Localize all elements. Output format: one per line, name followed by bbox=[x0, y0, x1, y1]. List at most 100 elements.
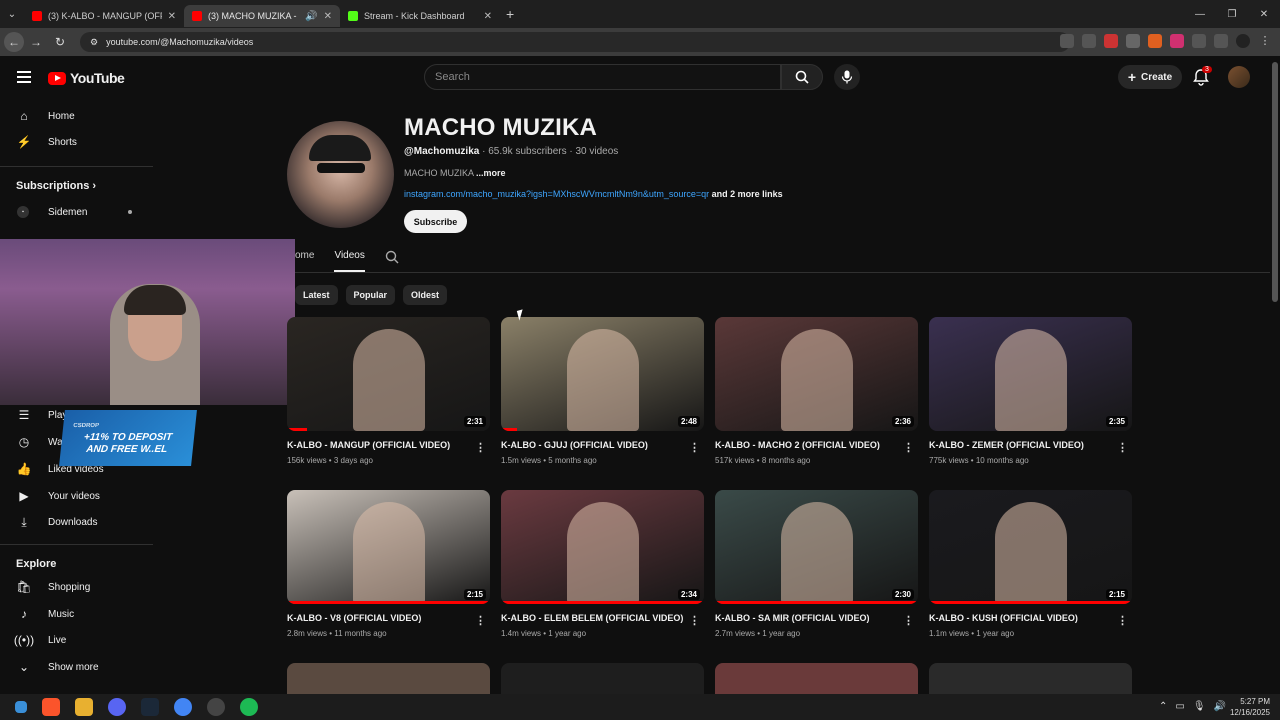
video-card[interactable]: 2:31 K-ALBO - MANGUP (OFFICIAL VIDEO) 156k… bbox=[287, 317, 490, 465]
sidebar-item-home[interactable]: ⌂ Home bbox=[0, 104, 154, 128]
video-thumbnail[interactable]: 2:35 bbox=[929, 317, 1132, 431]
video-thumbnail[interactable]: 2:48 bbox=[501, 317, 704, 431]
spotify-icon[interactable] bbox=[240, 698, 258, 716]
subscribe-button[interactable]: Subscribe bbox=[404, 210, 467, 233]
youtube-logo[interactable]: YouTube bbox=[48, 70, 125, 86]
reload-icon[interactable]: ↻ bbox=[48, 35, 72, 49]
clock[interactable]: 5:27 PM 12/16/2025 bbox=[1230, 696, 1270, 718]
video-title[interactable]: K-ALBO - GJUJ (OFFICIAL VIDEO) bbox=[501, 440, 704, 450]
video-card[interactable]: 2:48 K-ALBO - GJUJ (OFFICIAL VIDEO) 1.5m v… bbox=[501, 317, 704, 465]
more-actions-icon[interactable]: ⋮ bbox=[475, 614, 486, 627]
sidebar-item-shopping[interactable]: 🛍 Shopping bbox=[0, 575, 154, 599]
sidebar-item-sidemen[interactable]: ▪ Sidemen bbox=[0, 200, 154, 224]
search-button[interactable] bbox=[781, 64, 823, 90]
video-thumbnail[interactable]: 2:15 bbox=[287, 490, 490, 604]
video-thumbnail-partial[interactable] bbox=[929, 663, 1132, 694]
more-actions-icon[interactable]: ⋮ bbox=[903, 441, 914, 454]
video-thumbnail[interactable]: 2:36 bbox=[715, 317, 918, 431]
brave-icon[interactable] bbox=[42, 698, 60, 716]
channel-search-icon[interactable] bbox=[385, 250, 399, 264]
video-thumbnail[interactable]: 2:34 bbox=[501, 490, 704, 604]
video-thumbnail-partial[interactable] bbox=[287, 663, 490, 694]
bookmark-star-icon[interactable] bbox=[1082, 34, 1096, 48]
video-title[interactable]: K-ALBO - ELEM BELEM (OFFICIAL VIDEO) bbox=[501, 613, 704, 623]
steam-icon[interactable] bbox=[141, 698, 159, 716]
more-actions-icon[interactable]: ⋮ bbox=[1117, 441, 1128, 454]
browser-tab[interactable]: Stream - Kick Dashboard ✕ bbox=[340, 5, 500, 27]
cast-icon[interactable] bbox=[1060, 34, 1074, 48]
close-tab-icon[interactable]: ✕ bbox=[324, 11, 332, 22]
video-title[interactable]: K-ALBO - V8 (OFFICIAL VIDEO) bbox=[287, 613, 490, 623]
microphone-tray-icon[interactable]: 🎙 bbox=[1193, 701, 1206, 712]
video-card[interactable]: 2:36 K-ALBO - MACHO 2 (OFFICIAL VIDEO) 517… bbox=[715, 317, 918, 465]
tab-home[interactable]: ome bbox=[295, 250, 314, 272]
video-title[interactable]: K-ALBO - KUSH (OFFICIAL VIDEO) bbox=[929, 613, 1132, 623]
sidebar-show-more[interactable]: ⌄ Show more bbox=[0, 655, 154, 679]
forward-icon[interactable]: → bbox=[24, 35, 48, 49]
video-card[interactable]: 2:15 K-ALBO - V8 (OFFICIAL VIDEO) 2.8m vie… bbox=[287, 490, 490, 638]
new-tab-button[interactable]: + bbox=[506, 6, 514, 22]
volume-icon[interactable]: 🔊 bbox=[1214, 701, 1226, 712]
more-link[interactable]: ...more bbox=[476, 168, 506, 178]
more-actions-icon[interactable]: ⋮ bbox=[1117, 614, 1128, 627]
sidebar-item-downloads[interactable]: ⤓ Downloads bbox=[0, 510, 154, 534]
tab-search-icon[interactable]: ⌄ bbox=[0, 0, 24, 28]
sidebar-item-live[interactable]: ((•)) Live bbox=[0, 628, 154, 652]
more-links[interactable]: and 2 more links bbox=[712, 189, 783, 199]
tab-videos[interactable]: Videos bbox=[334, 250, 365, 272]
page-scrollbar[interactable] bbox=[1272, 62, 1278, 302]
video-thumbnail[interactable]: 2:31 bbox=[287, 317, 490, 431]
video-card[interactable]: 2:15 K-ALBO - KUSH (OFFICIAL VIDEO) 1.1m v… bbox=[929, 490, 1132, 638]
chip-popular[interactable]: Popular bbox=[345, 285, 396, 305]
sidebar-item-your-videos[interactable]: ▶ Your videos bbox=[0, 484, 154, 508]
video-title[interactable]: K-ALBO - MANGUP (OFFICIAL VIDEO) bbox=[287, 440, 490, 450]
chip-latest[interactable]: Latest bbox=[295, 285, 338, 305]
extension-icon[interactable] bbox=[1170, 34, 1184, 48]
more-actions-icon[interactable]: ⋮ bbox=[689, 614, 700, 627]
browser-tab[interactable]: (3) K-ALBO - MANGUP (OFFICIA ✕ bbox=[24, 5, 184, 27]
profile-icon[interactable] bbox=[1236, 34, 1250, 48]
mute-tab-icon[interactable]: 🔊 bbox=[305, 11, 317, 22]
video-card[interactable]: 2:34 K-ALBO - ELEM BELEM (OFFICIAL VIDEO)… bbox=[501, 490, 704, 638]
close-tab-icon[interactable]: ✕ bbox=[484, 11, 492, 22]
guide-menu-icon[interactable] bbox=[17, 71, 31, 83]
video-thumbnail-partial[interactable] bbox=[501, 663, 704, 694]
extensions-puzzle-icon[interactable] bbox=[1192, 34, 1206, 48]
close-tab-icon[interactable]: ✕ bbox=[168, 11, 176, 22]
minimize-icon[interactable]: — bbox=[1184, 0, 1216, 28]
site-info-icon[interactable]: ⚙ bbox=[90, 37, 98, 48]
more-actions-icon[interactable]: ⋮ bbox=[475, 441, 486, 454]
extension-icon[interactable] bbox=[1104, 34, 1118, 48]
extension-icon[interactable] bbox=[1148, 34, 1162, 48]
video-title[interactable]: K-ALBO - MACHO 2 (OFFICIAL VIDEO) bbox=[715, 440, 918, 450]
more-actions-icon[interactable]: ⋮ bbox=[689, 441, 700, 454]
discord-icon[interactable] bbox=[108, 698, 126, 716]
windows-start-icon[interactable] bbox=[15, 701, 27, 713]
video-card[interactable]: 2:35 K-ALBO - ZEMER (OFFICIAL VIDEO) 775k … bbox=[929, 317, 1132, 465]
chip-oldest[interactable]: Oldest bbox=[403, 285, 448, 305]
instagram-link[interactable]: instagram.com/macho_muzika?igsh=MXhscWVm… bbox=[404, 189, 709, 199]
menu-dots-icon[interactable]: ⋮ bbox=[1258, 34, 1272, 48]
video-thumbnail[interactable]: 2:30 bbox=[715, 490, 918, 604]
obs-icon[interactable] bbox=[207, 698, 225, 716]
sidebar-item-shorts[interactable]: ⚡ Shorts bbox=[0, 130, 154, 154]
create-button[interactable]: + Create bbox=[1118, 65, 1182, 89]
close-window-icon[interactable]: ✕ bbox=[1248, 0, 1280, 28]
video-thumbnail-partial[interactable] bbox=[715, 663, 918, 694]
tray-chevron-icon[interactable]: ⌃ bbox=[1159, 701, 1167, 712]
network-icon[interactable]: ▭ bbox=[1175, 701, 1184, 712]
media-controls-icon[interactable] bbox=[1214, 34, 1228, 48]
sidebar-item-music[interactable]: ♪ Music bbox=[0, 602, 154, 626]
address-bar[interactable]: ⚙ youtube.com/@Machomuzika/videos bbox=[80, 32, 1070, 52]
channel-description[interactable]: MACHO MUZIKA ...more bbox=[404, 168, 506, 178]
chrome-icon[interactable] bbox=[174, 698, 192, 716]
search-input[interactable]: Search bbox=[424, 64, 781, 90]
video-title[interactable]: K-ALBO - ZEMER (OFFICIAL VIDEO) bbox=[929, 440, 1132, 450]
browser-tab-active[interactable]: (3) MACHO MUZIKA - YouT 🔊 ✕ bbox=[184, 5, 340, 27]
subscriptions-heading[interactable]: Subscriptions › bbox=[16, 180, 96, 192]
voice-search-button[interactable] bbox=[834, 64, 860, 90]
video-thumbnail[interactable]: 2:15 bbox=[929, 490, 1132, 604]
more-actions-icon[interactable]: ⋮ bbox=[903, 614, 914, 627]
file-explorer-icon[interactable] bbox=[75, 698, 93, 716]
extension-icon[interactable] bbox=[1126, 34, 1140, 48]
